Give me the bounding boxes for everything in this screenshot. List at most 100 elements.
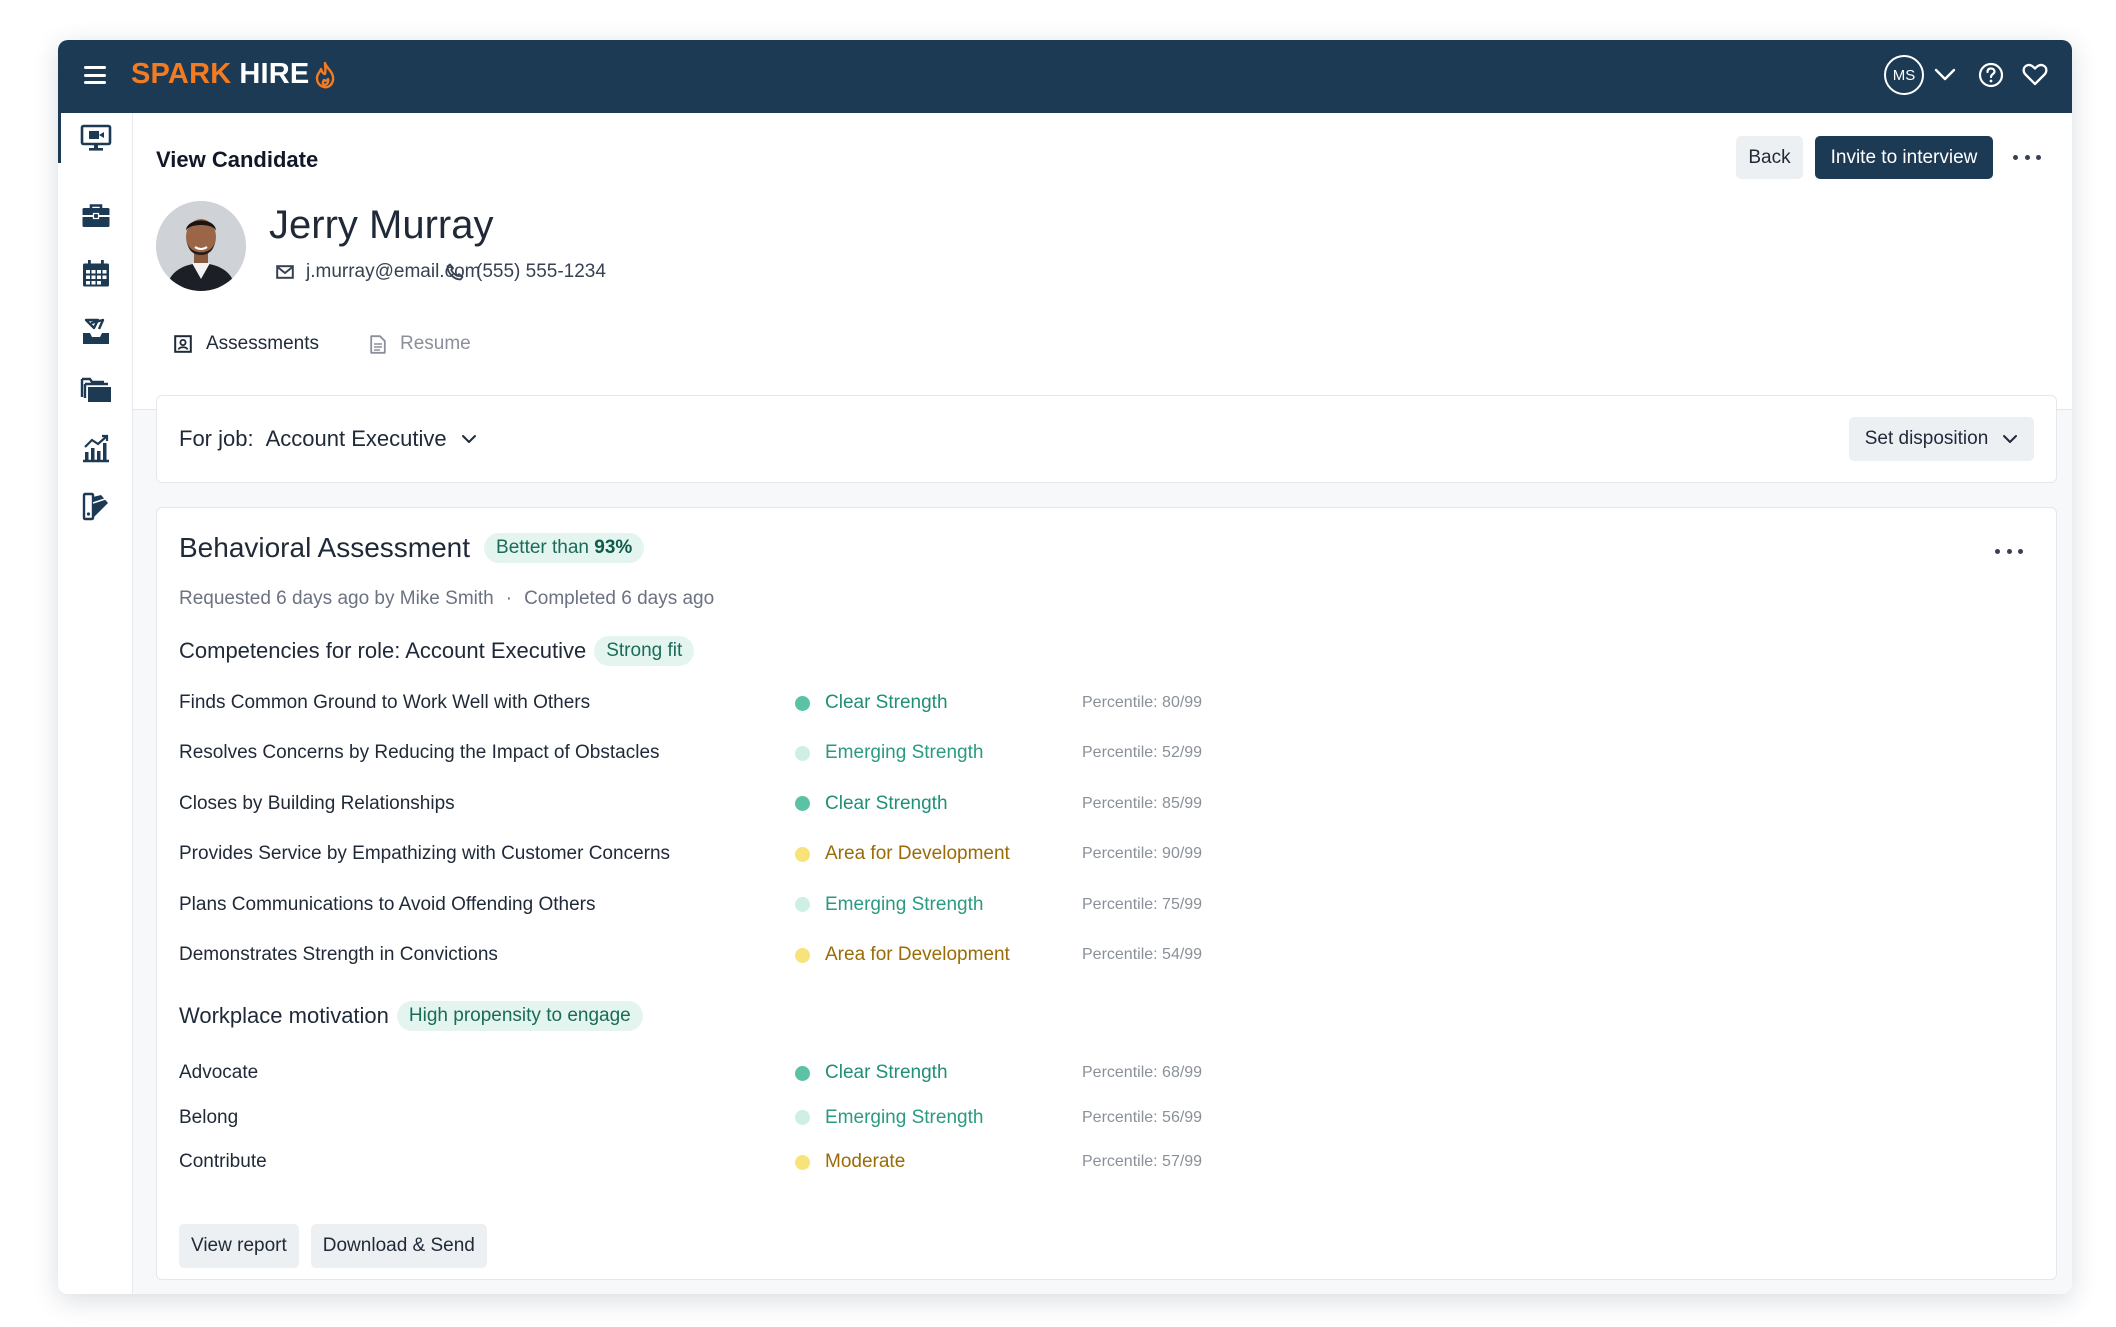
candidate-name: Jerry Murray (269, 203, 494, 247)
row-name: Provides Service by Empathizing with Cus… (179, 843, 671, 865)
fit-badge: Strong fit (594, 636, 695, 666)
row-percentile: Percentile: 75/99 (1082, 895, 1203, 913)
calendar-icon (82, 260, 109, 287)
row-percentile: Percentile: 90/99 (1082, 845, 1203, 863)
table-row: Advocate Clear Strength Percentile: 68/99 (179, 1058, 1379, 1088)
table-row: Belong Emerging Strength Percentile: 56/99 (179, 1103, 1379, 1133)
job-prefix: For job: (179, 426, 254, 451)
row-status: Area for Development (795, 843, 1082, 865)
candidate-phone[interactable]: (555) 555-1234 (446, 261, 606, 283)
row-name: Advocate (179, 1062, 259, 1083)
table-row: Resolves Concerns by Reducing the Impact… (179, 738, 1379, 768)
row-status-label: Emerging Strength (825, 893, 984, 915)
status-dot-icon (795, 1110, 810, 1125)
status-dot-icon (795, 745, 810, 761)
candidate-phone-text: (555) 555-1234 (476, 261, 606, 282)
badge-prefix: Better than (496, 537, 589, 558)
tab-resume-label: Resume (399, 333, 471, 354)
row-status-label: Emerging Strength (825, 742, 984, 764)
completed-text: Completed 6 days ago (524, 588, 715, 609)
invite-to-interview-button[interactable]: Invite to interview (1815, 136, 1993, 179)
table-row: Demonstrates Strength in Convictions Area… (179, 940, 1379, 970)
row-name: Plans Communications to Avoid Offending … (179, 893, 596, 915)
brand-logo[interactable]: SPARK HIRE (131, 58, 337, 91)
back-button[interactable]: Back (1736, 136, 1803, 179)
job-dropdown[interactable]: For job: Account Executive (179, 426, 477, 452)
phone-icon (446, 263, 464, 281)
competencies-title: Competencies for role: Account Executive (179, 638, 587, 663)
set-disposition-button[interactable]: Set disposition (1849, 417, 2034, 461)
row-status: Emerging Strength (795, 1107, 1082, 1129)
assessment-card: Behavioral Assessment Better than 93% Re… (156, 507, 2057, 1280)
download-send-button[interactable]: Download & Send (310, 1224, 487, 1268)
row-status: Emerging Strength (795, 894, 1082, 916)
more-options-icon[interactable] (2013, 151, 2041, 163)
row-status: Clear Strength (795, 1062, 1082, 1084)
sidebar-item-calendar[interactable] (58, 249, 133, 299)
tab-assessments-label: Assessments (206, 333, 319, 354)
assessment-more-icon[interactable] (1995, 546, 2023, 556)
row-name: Demonstrates Strength in Convictions (179, 944, 498, 965)
candidate-header: View Candidate Back Invite to interview … (133, 113, 2072, 410)
row-percentile: Percentile: 57/99 (1082, 1153, 1203, 1170)
heart-icon[interactable] (2022, 63, 2048, 87)
table-row: Contribute Moderate Percentile: 57/99 (179, 1147, 1379, 1177)
status-dot-icon (795, 947, 810, 963)
row-status-label: Emerging Strength (825, 1106, 984, 1128)
motivation-title: Workplace motivation (179, 1003, 389, 1028)
row-status: Clear Strength (795, 692, 1082, 714)
brand-name-spark: SPARK (131, 58, 232, 90)
assessment-title-row: Behavioral Assessment Better than 93% (179, 532, 645, 564)
requested-text: Requested 6 days ago by Mike Smith (179, 588, 494, 609)
top-bar: SPARK HIRE MS (58, 40, 2072, 113)
monitor-icon (80, 124, 111, 151)
row-status: Clear Strength (795, 793, 1082, 815)
help-icon[interactable] (1978, 62, 2004, 88)
table-row: Provides Service by Empathizing with Cus… (179, 839, 1379, 869)
assessment-icon (174, 335, 192, 353)
sidebar-item-branding[interactable] (58, 481, 133, 531)
set-disposition-label: Set disposition (1864, 428, 1989, 449)
sidebar-item-analytics[interactable] (58, 423, 133, 473)
row-name: Belong (179, 1106, 239, 1128)
user-avatar[interactable]: MS (1884, 55, 1924, 95)
row-percentile: Percentile: 85/99 (1082, 794, 1203, 812)
chevron-down-icon (2003, 435, 2018, 443)
row-percentile: Percentile: 56/99 (1082, 1108, 1203, 1126)
table-row: Plans Communications to Avoid Offending … (179, 890, 1379, 920)
meta-separator: · (505, 588, 513, 609)
row-status-label: Clear Strength (825, 792, 948, 814)
table-row: Finds Common Ground to Work Well with Ot… (179, 688, 1379, 718)
app-window: SPARK HIRE MS View Candidate Back Invite… (58, 40, 2072, 1294)
job-name: Account Executive (265, 426, 447, 451)
assessment-title: Behavioral Assessment (179, 532, 471, 563)
row-status: Moderate (795, 1151, 1082, 1173)
folders-icon (80, 377, 111, 402)
row-percentile: Percentile: 54/99 (1082, 946, 1203, 963)
status-dot-icon (795, 897, 810, 913)
row-name: Closes by Building Relationships (179, 792, 455, 814)
job-selector-bar: For job: Account Executive Set dispositi… (156, 395, 2057, 483)
sidebar-item-jobs[interactable] (58, 191, 133, 241)
mail-icon (276, 265, 294, 279)
inbox-icon (82, 318, 109, 344)
table-row: Closes by Building Relationships Clear St… (179, 789, 1379, 819)
view-report-button[interactable]: View report (179, 1224, 299, 1268)
row-name: Resolves Concerns by Reducing the Impact… (179, 742, 660, 764)
motivation-heading: Workplace motivation High propensity to … (179, 1001, 643, 1031)
sidebar-item-inbox[interactable] (58, 307, 133, 357)
sidebar-item-folders[interactable] (58, 365, 133, 415)
percentile-badge: Better than 93% (484, 533, 645, 563)
sidebar-item-dashboard[interactable] (58, 113, 133, 163)
swatches-icon (82, 492, 108, 521)
row-status-label: Clear Strength (825, 1062, 948, 1083)
status-dot-icon (795, 1154, 810, 1170)
chevron-down-icon[interactable] (1934, 68, 1956, 82)
menu-icon[interactable] (84, 66, 106, 84)
candidate-avatar (156, 201, 246, 291)
brand-name-hire: HIRE (239, 58, 310, 90)
document-icon (370, 335, 386, 354)
row-percentile: Percentile: 68/99 (1082, 1064, 1203, 1081)
row-status-label: Area for Development (825, 944, 1010, 965)
row-name: Finds Common Ground to Work Well with Ot… (179, 692, 591, 713)
